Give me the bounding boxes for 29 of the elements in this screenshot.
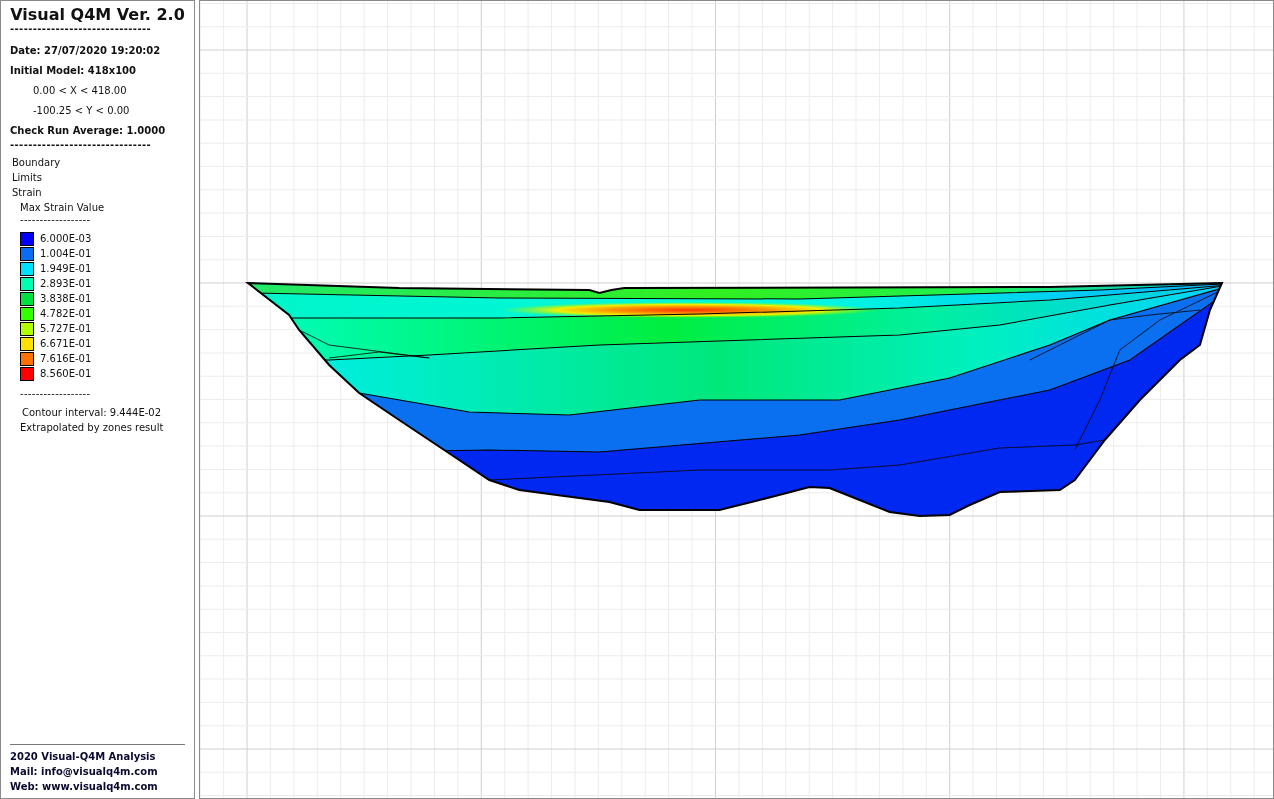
layer-label: Strain: [11, 186, 43, 200]
layer-label: Limits: [11, 171, 43, 185]
legend-value: 6.000E-03: [40, 233, 92, 244]
legend-value: 3.838E-01: [40, 293, 92, 304]
legend-value: 2.893E-01: [40, 278, 92, 289]
legend-value: 6.671E-01: [40, 338, 92, 349]
legend-value: 8.560E-01: [40, 368, 92, 379]
contour-interval-text: Contour interval: 9.444E-02: [21, 406, 163, 420]
range-text: 0.00 < X < 418.00: [32, 84, 128, 98]
note-text: Extrapolated by zones result: [19, 421, 165, 435]
legend-value: 4.782E-01: [40, 308, 92, 319]
footer-text: Mail: info@visualq4m.com: [10, 765, 159, 779]
dashed-rule: -------------------------------: [10, 25, 153, 33]
layer-label: Boundary: [11, 156, 62, 170]
footer-text: Web: www.visualq4m.com: [10, 780, 159, 794]
variable-label: Max Strain Value: [19, 201, 106, 215]
info-text: Initial Model: 418x100: [10, 64, 137, 78]
legend-value: 5.727E-01: [40, 323, 92, 334]
dashed-rule: ------------------: [19, 389, 92, 399]
dashed-rule: ------------------: [19, 215, 92, 225]
range-text: -100.25 < Y < 0.00: [32, 104, 131, 118]
footer-text: 2020 Visual-Q4M Analysis: [10, 750, 157, 764]
legend-value: 7.616E-01: [40, 353, 92, 364]
info-text: Check Run Average: 1.0000: [10, 124, 167, 138]
legend-value: 1.949E-01: [40, 263, 92, 274]
dashed-rule: -------------------------------: [10, 141, 153, 149]
legend-value: 1.004E-01: [40, 248, 92, 259]
info-text: Date: 27/07/2020 19:20:02: [10, 44, 162, 58]
app-title: Visual Q4M Ver. 2.0: [10, 5, 185, 25]
